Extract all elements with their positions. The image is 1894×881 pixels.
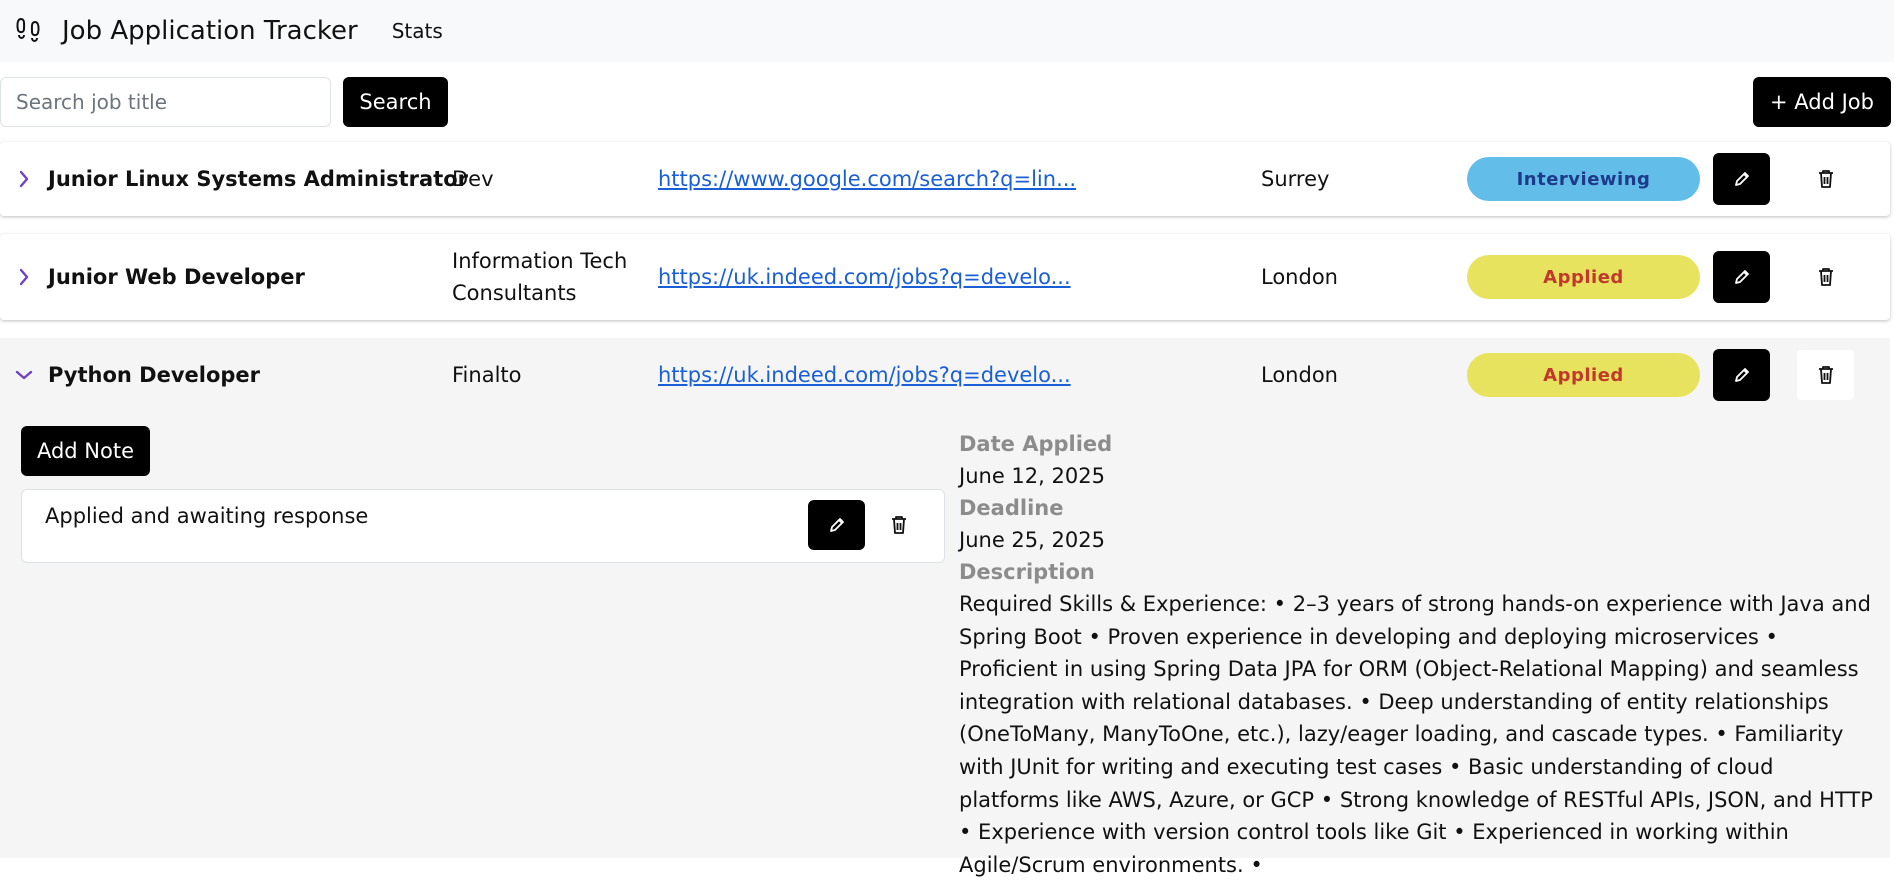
note-card: Applied and awaiting response — [21, 489, 945, 563]
job-company: Information Tech Consultants — [452, 249, 628, 305]
search-button[interactable]: Search — [343, 77, 448, 127]
pencil-icon — [1734, 270, 1749, 284]
job-location: London — [1261, 363, 1338, 387]
delete-note-button[interactable] — [879, 500, 919, 550]
search-toolbar: Search + Add Job — [0, 62, 1894, 142]
job-row[interactable]: Junior Linux Systems Administrator Dev h… — [0, 142, 1890, 216]
delete-job-button[interactable] — [1797, 350, 1854, 400]
pencil-icon — [1734, 368, 1749, 382]
job-details: Date Applied June 12, 2025 Deadline June… — [959, 428, 1879, 881]
deadline-value: June 25, 2025 — [959, 528, 1105, 552]
delete-job-button[interactable] — [1797, 252, 1854, 302]
status-badge[interactable]: Applied — [1467, 255, 1700, 299]
job-row[interactable]: Junior Web Developer Information Tech Co… — [0, 234, 1890, 320]
job-company: Dev — [452, 167, 494, 191]
trash-icon — [1818, 170, 1833, 188]
job-title: Junior Linux Systems Administrator — [48, 167, 469, 191]
trash-icon — [1818, 268, 1833, 286]
trash-icon — [1818, 366, 1833, 384]
job-link[interactable]: https://uk.indeed.com/jobs?q=develo... — [658, 363, 1261, 387]
job-location: Surrey — [1261, 167, 1330, 191]
deadline-label: Deadline — [959, 496, 1064, 520]
delete-job-button[interactable] — [1797, 154, 1854, 204]
job-row[interactable]: Python Developer Finalto https://uk.inde… — [0, 338, 1890, 412]
edit-job-button[interactable] — [1713, 153, 1770, 205]
description-text: Required Skills & Experience: • 2–3 year… — [959, 592, 1873, 877]
pencil-icon — [829, 518, 844, 532]
job-link[interactable]: https://uk.indeed.com/jobs?q=develo... — [658, 265, 1261, 289]
edit-job-button[interactable] — [1713, 251, 1770, 303]
status-badge[interactable]: Applied — [1467, 353, 1700, 397]
job-title: Python Developer — [48, 363, 261, 387]
date-applied-value: June 12, 2025 — [959, 464, 1105, 488]
description-label: Description — [959, 560, 1095, 584]
job-location: London — [1261, 265, 1338, 289]
note-text: Applied and awaiting response — [45, 504, 369, 528]
status-badge[interactable]: Interviewing — [1467, 157, 1700, 201]
chevron-right-icon[interactable] — [0, 267, 48, 287]
job-link[interactable]: https://www.google.com/search?q=lin... — [658, 167, 1261, 191]
add-job-button[interactable]: + Add Job — [1753, 77, 1891, 127]
date-applied-label: Date Applied — [959, 432, 1113, 456]
footprints-icon — [16, 17, 44, 45]
search-input[interactable] — [0, 77, 331, 127]
add-note-button[interactable]: Add Note — [21, 426, 150, 476]
edit-note-button[interactable] — [808, 500, 865, 550]
chevron-right-icon[interactable] — [0, 169, 48, 189]
nav-stats-link[interactable]: Stats — [392, 19, 443, 43]
edit-job-button[interactable] — [1713, 349, 1770, 401]
top-navbar: Job Application Tracker Stats — [0, 0, 1894, 62]
chevron-down-icon[interactable] — [0, 369, 48, 381]
app-title[interactable]: Job Application Tracker — [62, 16, 358, 46]
job-company: Finalto — [452, 363, 522, 387]
expanded-job-panel: Python Developer Finalto https://uk.inde… — [0, 338, 1890, 877]
trash-icon — [892, 516, 906, 534]
pencil-icon — [1734, 172, 1749, 186]
job-title: Junior Web Developer — [48, 265, 305, 289]
